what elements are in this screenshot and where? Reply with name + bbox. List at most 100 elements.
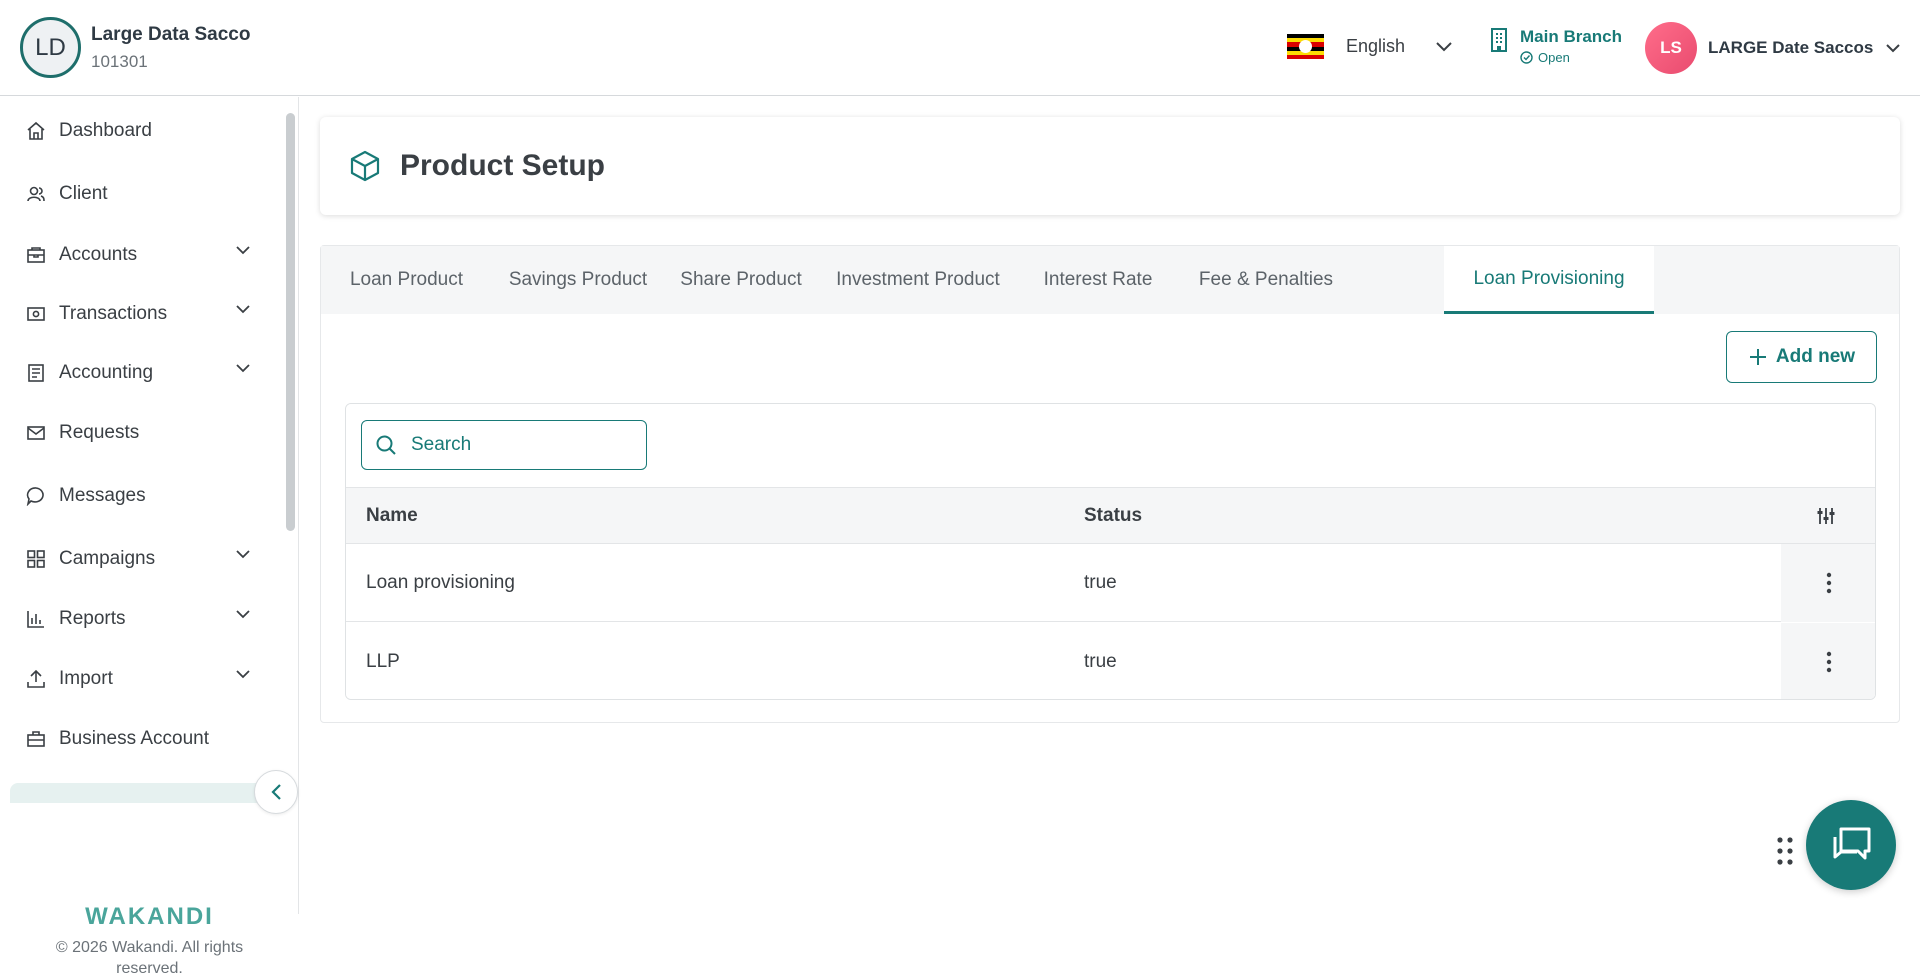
sidebar-item-reports[interactable]: Reports: [0, 593, 290, 645]
branch-status: Open: [1520, 50, 1622, 65]
page-header: Product Setup: [320, 117, 1900, 215]
sidebar-item-transactions[interactable]: Transactions: [0, 288, 290, 340]
language-selector[interactable]: English: [1287, 34, 1453, 59]
column-settings-icon[interactable]: [1816, 488, 1836, 544]
sidebar-item-business-account[interactable]: Business Account: [0, 713, 290, 765]
row-actions-button[interactable]: [1781, 623, 1875, 699]
chat-support-button[interactable]: [1806, 800, 1896, 890]
sidebar-item-label: Dashboard: [59, 120, 152, 141]
user-menu[interactable]: LS LARGE Date Saccos: [1645, 22, 1901, 74]
sidebar-item-client[interactable]: Client: [0, 168, 290, 220]
add-new-label: Add new: [1775, 346, 1856, 367]
sidebar-scrollbar[interactable]: [286, 113, 295, 531]
page-title: Product Setup: [400, 149, 606, 182]
sidebar-item-label: Business Account: [59, 728, 209, 749]
table-row[interactable]: Loan provisioning true: [346, 544, 1875, 622]
search-box[interactable]: [361, 420, 647, 470]
chevron-down-icon: [236, 364, 250, 373]
org-switcher[interactable]: LD Large Data Sacco 101301: [20, 17, 250, 78]
chevron-down-icon: [1436, 41, 1452, 51]
sidebar-item-import[interactable]: Import: [0, 653, 290, 705]
table-search-row: [346, 404, 1875, 488]
chevron-down-icon: [236, 670, 250, 679]
add-new-button[interactable]: Add new: [1726, 331, 1877, 383]
chevron-down-icon: [236, 305, 250, 314]
content-card: Loan Product Savings Product Share Produ…: [320, 245, 1900, 723]
row-actions-button[interactable]: [1781, 544, 1875, 622]
chevron-down-icon: [236, 610, 250, 619]
grid-icon: [25, 548, 47, 570]
data-table: Name Status Loan provisioning true LLP t…: [345, 403, 1876, 700]
avatar: LS: [1645, 22, 1697, 74]
sidebar-item-campaigns[interactable]: Campaigns: [0, 533, 290, 585]
ledger-icon: [25, 362, 47, 384]
more-vertical-icon: [1826, 572, 1832, 594]
branch-selector[interactable]: Main Branch Open: [1488, 27, 1622, 65]
briefcase-icon: [25, 728, 47, 750]
plus-icon: [1749, 349, 1766, 365]
org-name: Large Data Sacco: [91, 23, 251, 45]
brand-logo: WAKANDI: [85, 903, 214, 930]
cell-name: Loan provisioning: [366, 572, 515, 593]
sidebar-item-label: Accounting: [59, 362, 154, 383]
more-vertical-icon: [1826, 651, 1832, 673]
user-name: LARGE Date Saccos: [1708, 38, 1874, 57]
top-bar: LD Large Data Sacco 101301 English Main …: [0, 0, 1920, 96]
building-icon: [1491, 28, 1507, 52]
org-code: 101301: [91, 51, 148, 71]
drag-handle-icon[interactable]: [1776, 836, 1794, 871]
tab-loan-provisioning[interactable]: Loan Provisioning: [1444, 246, 1654, 314]
copyright-text: © 2026 Wakandi. All rights reserved.: [55, 939, 244, 977]
language-label: English: [1346, 36, 1406, 56]
cash-icon: [25, 303, 47, 325]
check-circle-icon: [1520, 51, 1533, 64]
sidebar-item-label: Accounts: [59, 244, 138, 265]
accounts-icon: [25, 244, 47, 266]
sidebar-item-label: Client: [59, 183, 108, 204]
bar-chart-icon: [25, 608, 47, 630]
collapse-sidebar-button[interactable]: [254, 770, 298, 814]
cube-icon: [350, 150, 380, 182]
mail-icon: [25, 422, 47, 444]
table-header: Name Status: [346, 488, 1875, 544]
sidebar-item-requests[interactable]: Requests: [0, 407, 290, 459]
home-icon: [25, 120, 47, 142]
search-input[interactable]: [411, 434, 631, 456]
tab-interest-rate[interactable]: Interest Rate: [1018, 246, 1178, 314]
sidebar-item-label: Reports: [59, 608, 126, 629]
cell-status: true: [1084, 572, 1117, 593]
upload-icon: [25, 668, 47, 690]
sidebar-item-accounting[interactable]: Accounting: [0, 347, 290, 399]
sidebar-item-messages[interactable]: Messages: [0, 470, 290, 522]
tab-savings-product[interactable]: Savings Product: [492, 246, 664, 314]
tab-bar: Loan Product Savings Product Share Produ…: [321, 246, 1899, 314]
chevron-down-icon: [236, 550, 250, 559]
tab-share-product[interactable]: Share Product: [664, 246, 818, 314]
column-header-status[interactable]: Status: [1084, 488, 1142, 544]
sidebar-item-label: Transactions: [59, 303, 168, 324]
sidebar-item-label: Campaigns: [59, 548, 156, 569]
tab-investment-product[interactable]: Investment Product: [818, 246, 1018, 314]
tab-loan-product[interactable]: Loan Product: [321, 246, 492, 314]
sidebar-item-label: Requests: [59, 422, 140, 443]
chevron-left-icon: [271, 784, 281, 800]
sidebar-item-accounts[interactable]: Accounts: [0, 229, 290, 281]
chevron-down-icon: [1886, 43, 1901, 52]
cell-status: true: [1084, 651, 1117, 672]
sidebar-item-label: Import: [59, 668, 113, 689]
users-icon: [25, 183, 47, 205]
sidebar-footer: WAKANDI © 2026 Wakandi. All rights reser…: [0, 903, 299, 979]
tab-fee-penalties[interactable]: Fee & Penalties: [1178, 246, 1354, 314]
column-header-name[interactable]: Name: [366, 488, 418, 544]
table-row[interactable]: LLP true: [346, 623, 1875, 699]
chat-icon: [25, 485, 47, 507]
branch-status-label: Open: [1538, 50, 1570, 65]
chevron-down-icon: [236, 246, 250, 255]
sidebar-item-label: Messages: [59, 485, 146, 506]
uganda-flag-icon: [1287, 34, 1324, 59]
branch-name: Main Branch: [1520, 27, 1623, 46]
chat-bubbles-icon: [1833, 827, 1871, 860]
sidebar-item-dashboard[interactable]: Dashboard: [0, 105, 290, 157]
org-avatar: LD: [20, 17, 81, 78]
sidebar-item-partial: [10, 783, 280, 803]
